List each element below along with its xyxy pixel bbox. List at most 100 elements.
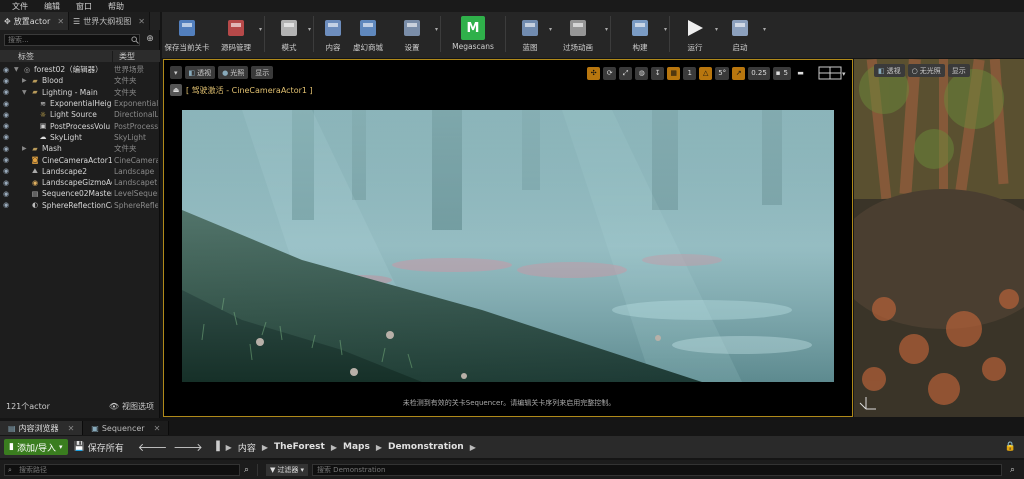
rotate-mode-button[interactable]: ⟳ (603, 66, 617, 80)
cinematics-toolbar-button[interactable]: 过场动画 ▾ (550, 16, 608, 56)
save-toolbar-button[interactable]: 保存当前关卡 (162, 16, 212, 56)
tab-world-outliner[interactable]: ☰ 世界大纲视图 ✕ (69, 12, 150, 30)
chevron-down-icon[interactable]: ▾ (605, 26, 608, 33)
content-toolbar-button[interactable]: 内容 (318, 16, 348, 56)
close-icon[interactable]: ✕ (57, 17, 64, 26)
visibility-eye-icon[interactable]: ◉ (0, 167, 12, 175)
path-search-input[interactable]: ⌕ 搜索路径 (4, 463, 240, 476)
asset-search-input[interactable]: 搜索 Demonstration (311, 463, 1002, 476)
save-all-button[interactable]: 💾 保存所有 (74, 441, 124, 454)
outliner-row[interactable]: ◉ ▤ Sequence02Master LevelSequer (0, 188, 160, 199)
expanded-arrow-icon[interactable]: ▼ (22, 89, 30, 96)
launch-toolbar-button[interactable]: 启动 ▾ (716, 16, 766, 56)
unlit-mode-button[interactable]: ○ 无光照 (907, 64, 945, 77)
eject-button[interactable]: ⏏ (170, 84, 182, 96)
scale-snap-value[interactable]: 0.25 (748, 66, 770, 80)
visibility-eye-icon[interactable]: ◉ (0, 156, 12, 164)
level-viewport[interactable]: ▾ ◧ 透视 ● 光照 显示 ✣ ⟳ ⤢ ◍ ↧ ▦ 1 △ 5° ↗ 0.25 ▪… (163, 59, 853, 417)
outliner-row[interactable]: ◉ ▼ ◎ forest02（编辑器） 世界场景 (0, 64, 160, 75)
secondary-viewport[interactable]: ◧ 透视 ○ 无光照 显示 (854, 59, 1024, 417)
tab-content-browser[interactable]: ▤ 内容浏览器 ✕ (0, 421, 84, 435)
visibility-eye-icon[interactable]: ◉ (0, 190, 12, 198)
grid-snap-button[interactable]: ▦ (667, 66, 681, 80)
build-toolbar-button[interactable]: 构建 ▾ (615, 16, 667, 56)
close-icon[interactable]: ✕ (68, 424, 75, 433)
visibility-eye-icon[interactable]: ◉ (0, 111, 12, 119)
chevron-down-icon[interactable]: ▾ (308, 26, 311, 33)
outliner-row[interactable]: ◉ ▶ ▰ Blood 文件夹 (0, 75, 160, 86)
chevron-down-icon[interactable]: ▾ (664, 26, 667, 33)
play-toolbar-button[interactable]: 运行 ▾ (674, 16, 718, 56)
scale-mode-button[interactable]: ⤢ (619, 66, 633, 80)
folder-tree-icon[interactable]: ▐ (213, 442, 220, 452)
outliner-add-button[interactable]: ⊕ (143, 34, 157, 46)
menu-window[interactable]: 窗口 (68, 1, 100, 12)
breadcrumb-content[interactable]: 内容 (238, 441, 256, 454)
visibility-eye-icon[interactable]: ◉ (0, 100, 12, 108)
filters-button[interactable]: ▼ 过滤器 ▾ (266, 463, 308, 476)
rotation-snap-value[interactable]: 5° (715, 66, 730, 80)
outliner-row[interactable]: ◉ ☁ SkyLight SkyLight (0, 132, 160, 143)
chevron-down-icon[interactable]: ▾ (259, 26, 262, 33)
outliner-row[interactable]: ◉ ▶ ▰ Mash 文件夹 (0, 143, 160, 154)
path-search-button[interactable]: ⌕ (244, 465, 249, 475)
outliner-row[interactable]: ◉ ◙ CineCameraActor1 CineCamera (0, 154, 160, 165)
outliner-row[interactable]: ◉ ⛰ Landscape2 Landscape (0, 166, 160, 177)
add-import-button[interactable]: ▮ 添加/导入 ▾ (4, 439, 68, 455)
outliner-row[interactable]: ◉ ◐ SphereReflectionCa SphereRefle (0, 200, 160, 211)
layout-icon[interactable]: ▾ (818, 66, 846, 80)
visibility-eye-icon[interactable]: ◉ (0, 77, 12, 85)
settings-toolbar-button[interactable]: 设置 ▾ (388, 16, 438, 56)
tab-place-actors[interactable]: ✥ 放置actor ✕ (0, 12, 70, 30)
rotation-snap-button[interactable]: △ (699, 66, 713, 80)
visibility-eye-icon[interactable]: ◉ (0, 145, 12, 153)
translate-mode-button[interactable]: ✣ (587, 66, 601, 80)
collapsed-arrow-icon[interactable]: ▶ (22, 145, 30, 152)
outliner-row[interactable]: ◉ ≋ ExponentialHeigh Exponential (0, 98, 160, 109)
camera-speed-button[interactable]: ▪ 5 (772, 66, 791, 80)
scale-snap-button[interactable]: ↗ (732, 66, 746, 80)
surface-snap-button[interactable]: ↧ (651, 66, 665, 80)
perspective-button[interactable]: ◧ 透视 (184, 66, 216, 79)
lit-mode-button[interactable]: ● 光照 (218, 66, 249, 79)
breadcrumb-theforest[interactable]: TheForest (274, 442, 325, 452)
menu-help[interactable]: 帮助 (100, 1, 132, 12)
perspective-button[interactable]: ◧ 透视 (874, 64, 905, 77)
lock-icon[interactable]: 🔒 (1005, 442, 1016, 452)
chevron-down-icon[interactable]: ▾ (435, 26, 438, 33)
source-control-toolbar-button[interactable]: 源码管理 ▾ (212, 16, 262, 56)
breadcrumb-maps[interactable]: Maps (343, 442, 370, 452)
back-arrow-icon[interactable]: 🡐 (138, 440, 168, 454)
column-type[interactable]: 类型 (112, 50, 160, 62)
visibility-eye-icon[interactable]: ◉ (0, 179, 12, 187)
visibility-eye-icon[interactable]: ◉ (0, 66, 12, 74)
visibility-eye-icon[interactable]: ◉ (0, 88, 12, 96)
outliner-row[interactable]: ◉ ☼ Light Source DirectionalL (0, 109, 160, 120)
outliner-row[interactable]: ◉ ▣ PostProcessVolu PostProcess (0, 120, 160, 131)
world-local-button[interactable]: ◍ (635, 66, 649, 80)
view-options-button[interactable]: 👁 视图选项 (109, 401, 154, 412)
outliner-row[interactable]: ◉ ▼ ▰ Lighting - Main 文件夹 (0, 87, 160, 98)
menu-file[interactable]: 文件 (4, 1, 36, 12)
menu-edit[interactable]: 编辑 (36, 1, 68, 12)
show-button[interactable]: 显示 (251, 66, 274, 79)
chevron-down-icon[interactable]: ▾ (763, 26, 766, 33)
column-label[interactable]: 标签 (0, 51, 112, 62)
show-button[interactable]: 显示 (947, 64, 970, 77)
visibility-eye-icon[interactable]: ◉ (0, 122, 12, 130)
visibility-eye-icon[interactable]: ◉ (0, 133, 12, 141)
expanded-arrow-icon[interactable]: ▼ (14, 66, 22, 73)
outliner-search-input[interactable]: 搜索... (4, 34, 140, 46)
close-icon[interactable]: ✕ (138, 17, 145, 26)
breadcrumb-demonstration[interactable]: Demonstration (388, 442, 464, 452)
modes-toolbar-button[interactable]: 模式 ▾ (269, 16, 311, 56)
tab-sequencer[interactable]: ▣ Sequencer ✕ (83, 421, 170, 435)
maximize-viewport-button[interactable]: ▬ (794, 67, 807, 80)
close-icon[interactable]: ✕ (154, 424, 161, 433)
search-icon[interactable]: ⌕ (1010, 465, 1015, 475)
forward-arrow-icon[interactable]: 🡒 (173, 440, 203, 454)
collapsed-arrow-icon[interactable]: ▶ (22, 77, 30, 84)
visibility-eye-icon[interactable]: ◉ (0, 201, 12, 209)
megascans-toolbar-button[interactable]: M Megascans (445, 16, 501, 56)
blueprint-toolbar-button[interactable]: 蓝图 ▾ (510, 16, 552, 56)
